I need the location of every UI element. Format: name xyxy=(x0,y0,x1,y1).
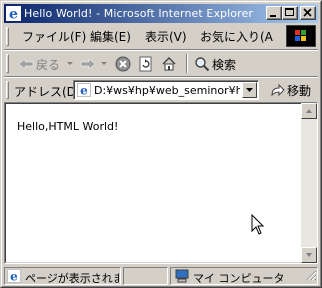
chevron-down-icon xyxy=(246,88,253,92)
home-button[interactable] xyxy=(161,54,177,74)
browser-window: e Hello World! - Microsoft Internet Expl… xyxy=(0,0,322,288)
status-zone-pane: マイ コンピュータ xyxy=(170,267,318,285)
search-icon xyxy=(195,57,210,72)
address-grip[interactable] xyxy=(6,81,9,99)
resize-grip-icon[interactable] xyxy=(305,269,317,284)
go-label: 移動 xyxy=(287,84,312,98)
status-message-pane: e ページが表示されま xyxy=(4,267,121,285)
address-dropdown-button[interactable] xyxy=(242,82,257,98)
toolbar-separator xyxy=(186,54,188,73)
page-icon: e xyxy=(77,83,91,100)
scroll-down-button[interactable] xyxy=(301,247,317,263)
address-value: D:¥ws¥hp¥web_seminor¥html xyxy=(94,84,240,97)
stop-icon xyxy=(115,56,131,72)
svg-text:e: e xyxy=(80,84,88,98)
menu-edit[interactable]: 編集(E) xyxy=(90,28,131,45)
forward-arrow-icon xyxy=(80,58,96,70)
address-label: アドレス(D) xyxy=(14,85,81,99)
status-bar: e ページが表示されま マイ コンピュータ xyxy=(4,266,318,286)
maximize-button[interactable] xyxy=(282,6,298,20)
forward-button[interactable] xyxy=(80,54,108,74)
go-arrow-icon xyxy=(271,83,285,96)
toolbar-grip[interactable] xyxy=(6,54,9,73)
back-button[interactable]: 戻る xyxy=(18,54,74,74)
ie-logo-icon: e xyxy=(6,6,21,23)
chevron-down-icon xyxy=(67,62,74,65)
menu-view[interactable]: 表示(V) xyxy=(145,28,187,45)
my-computer-icon xyxy=(174,269,190,286)
menu-file[interactable]: ファイル(F) xyxy=(22,28,86,45)
back-label: 戻る xyxy=(36,57,61,72)
status-message: ページが表示されま xyxy=(25,272,119,285)
refresh-button[interactable] xyxy=(138,54,154,74)
refresh-icon xyxy=(139,56,152,72)
document-viewport: Hello,HTML World! xyxy=(4,102,318,264)
minimize-button[interactable] xyxy=(266,6,282,20)
chevron-up-icon xyxy=(306,109,312,113)
status-zone: マイ コンピュータ xyxy=(193,272,285,285)
svg-text:e: e xyxy=(9,7,18,22)
search-label: 検索 xyxy=(212,57,237,72)
svg-text:e: e xyxy=(10,270,18,284)
window-title: Hello World! - Microsoft Internet Explor… xyxy=(24,7,254,20)
scroll-up-button[interactable] xyxy=(301,103,317,119)
address-input[interactable]: e D:¥ws¥hp¥web_seminor¥html xyxy=(73,80,259,100)
windows-logo-icon xyxy=(286,25,316,47)
vertical-scrollbar[interactable] xyxy=(301,103,317,263)
mouse-cursor-icon xyxy=(251,213,265,239)
menu-grip[interactable] xyxy=(6,27,9,46)
chevron-down-icon xyxy=(306,253,312,257)
stop-button[interactable] xyxy=(115,54,131,74)
standard-toolbar: 戻る 検索 xyxy=(4,51,318,76)
home-icon xyxy=(162,57,176,71)
document-icon: e xyxy=(7,269,21,286)
search-button[interactable]: 検索 xyxy=(194,54,236,74)
address-bar: アドレス(D) e D:¥ws¥hp¥web_seminor¥html 移動 xyxy=(4,78,318,102)
back-arrow-icon xyxy=(18,58,34,70)
chevron-down-icon xyxy=(101,62,107,65)
page-content-text: Hello,HTML World! xyxy=(17,120,119,133)
status-progress-pane xyxy=(123,267,168,285)
go-button[interactable]: 移動 xyxy=(269,82,311,99)
menu-bar: ファイル(F) 編集(E) 表示(V) お気に入り(A xyxy=(4,24,318,49)
menu-favorites[interactable]: お気に入り(A xyxy=(200,28,282,45)
title-bar[interactable]: e Hello World! - Microsoft Internet Expl… xyxy=(4,4,318,23)
close-button[interactable] xyxy=(300,6,316,20)
